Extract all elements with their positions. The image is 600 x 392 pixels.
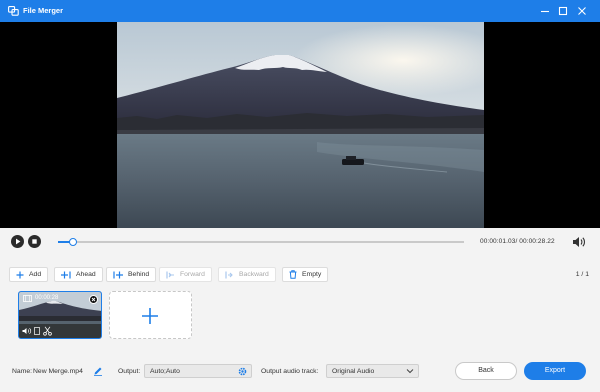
chevron-down-icon [406, 368, 414, 376]
move-ahead-icon [61, 271, 71, 279]
add-clip-plus-icon [141, 307, 159, 327]
empty-button[interactable]: Empty [282, 267, 329, 282]
cut-icon[interactable] [43, 326, 52, 338]
output-name-value: New Merge.mp4 [33, 368, 83, 375]
add-clip-slot[interactable] [109, 291, 192, 339]
audio-track-select[interactable]: Original Audio [326, 364, 419, 378]
clip-subtitle-icon[interactable] [34, 327, 40, 337]
backward-label: Backward [239, 271, 269, 278]
output-format-field[interactable]: Auto;Auto [144, 364, 252, 378]
title-bar: File Merger [0, 0, 600, 22]
edit-name-icon[interactable] [93, 366, 103, 376]
page-count: 1 / 1 [575, 271, 589, 278]
time-display: 00:00:01.03/ 00:00:28.22 [480, 238, 555, 245]
clip-item[interactable]: 00:00:28 [18, 291, 102, 339]
progress-slider[interactable] [58, 238, 464, 246]
clip-duration: 00:00:28 [35, 295, 59, 301]
plus-icon [16, 271, 24, 279]
maximize-icon[interactable] [557, 5, 569, 17]
volume-icon[interactable] [572, 236, 586, 248]
close-icon[interactable] [576, 5, 588, 17]
film-icon [23, 295, 32, 304]
output-format-value: Auto;Auto [150, 368, 180, 375]
clip-audio-icon[interactable] [22, 327, 32, 337]
play-icon[interactable] [11, 235, 24, 248]
move-behind-icon [113, 271, 123, 279]
name-label: Name: [12, 368, 33, 375]
video-preview [0, 22, 600, 228]
output-label: Output: [118, 368, 141, 375]
merge-app-icon [8, 6, 19, 16]
gear-icon[interactable] [238, 367, 247, 378]
audio-track-value: Original Audio [332, 368, 375, 375]
add-label: Add [29, 271, 42, 278]
behind-button[interactable]: Behind [106, 267, 157, 282]
forward-icon [166, 271, 175, 279]
behind-label: Behind [128, 271, 150, 278]
trash-icon [289, 270, 297, 279]
clip-list: 00:00:28 [0, 288, 600, 346]
export-button[interactable]: Export [524, 362, 586, 380]
audio-track-label: Output audio track: [261, 368, 319, 375]
player-controls: 00:00:01.03/ 00:00:28.22 [0, 228, 600, 256]
ahead-label: Ahead [76, 271, 96, 278]
clip-tools [19, 324, 101, 338]
backward-icon [225, 271, 234, 279]
video-frame [117, 22, 484, 228]
forward-label: Forward [180, 271, 205, 278]
merge-toolbar: Add Ahead Behind Forward Backward Empty … [0, 256, 600, 288]
ahead-button[interactable]: Ahead [54, 267, 103, 282]
minimize-icon[interactable] [539, 5, 551, 17]
stop-icon[interactable] [28, 235, 41, 248]
add-button[interactable]: Add [9, 267, 49, 282]
back-button[interactable]: Back [455, 362, 517, 380]
empty-label: Empty [302, 271, 322, 278]
window-title: File Merger [23, 6, 64, 15]
progress-handle[interactable] [69, 238, 77, 246]
bottom-bar: Name: New Merge.mp4 Output: Auto;Auto Ou… [0, 346, 600, 392]
backward-button[interactable]: Backward [218, 267, 276, 282]
remove-clip-icon[interactable] [89, 295, 98, 304]
forward-button[interactable]: Forward [159, 267, 212, 282]
